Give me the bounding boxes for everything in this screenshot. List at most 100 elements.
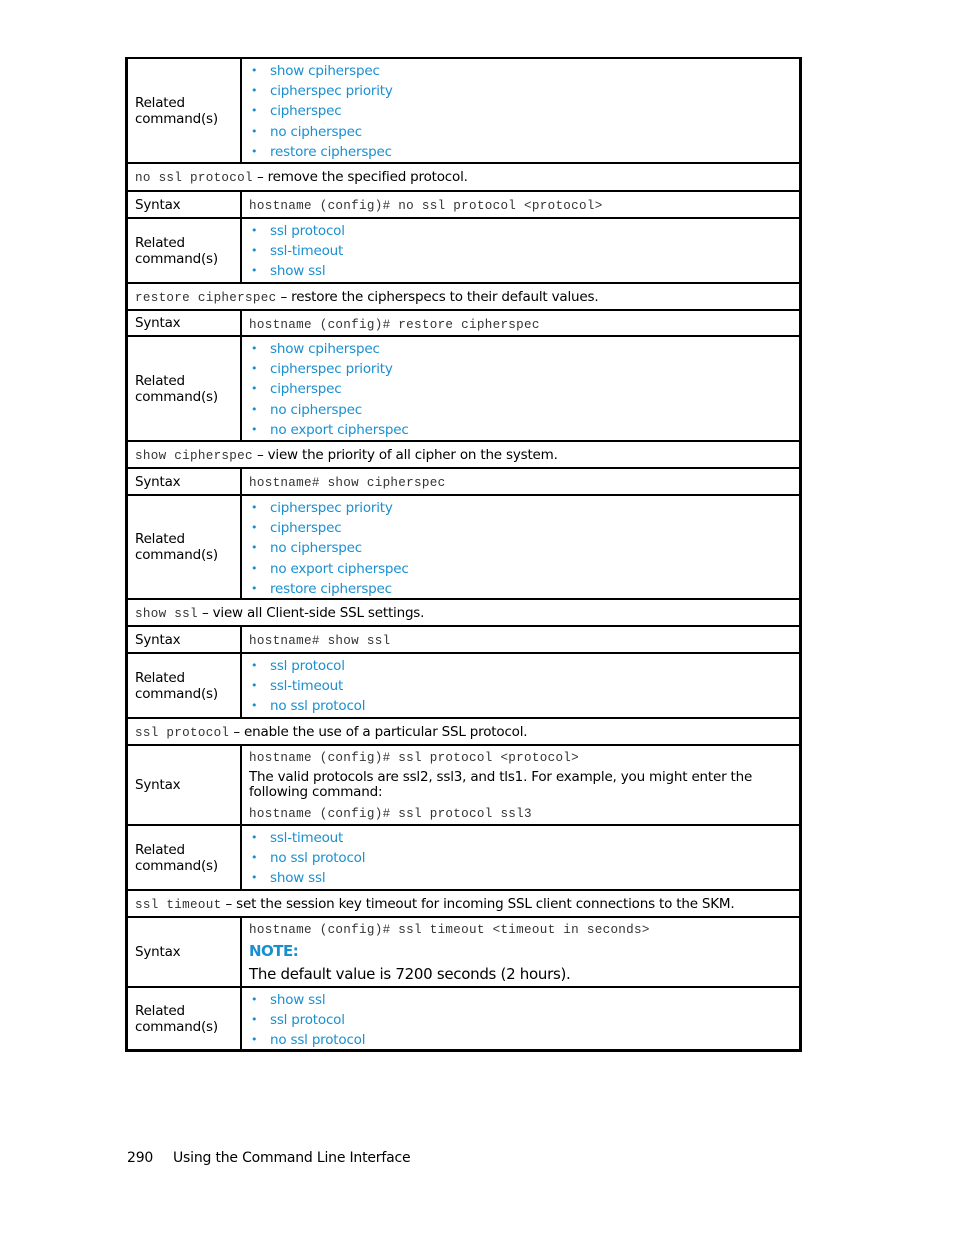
related-row: Related command(s) • show cpiherspec • ciph… [128, 59, 799, 162]
related-command-link[interactable]: • ssl protocol [249, 221, 792, 241]
command-summary: – restore the cipherspecs to their defau… [276, 289, 599, 305]
related-command-label[interactable]: ssl-timeout [270, 243, 343, 259]
related-command-label[interactable]: no cipherspec [270, 402, 362, 418]
related-command-label[interactable]: ssl protocol [270, 223, 345, 239]
command-heading-row: restore cipherspec – restore the ciphers… [128, 282, 799, 309]
related-command-link[interactable]: • show cpiherspec [249, 61, 792, 81]
related-command-link[interactable]: • restore cipherspec [249, 142, 792, 162]
related-command-label[interactable]: cipherspec [270, 381, 342, 397]
related-command-link[interactable]: • no ssl protocol [249, 1030, 792, 1050]
bullet-icon: • [251, 1013, 258, 1027]
related-command-link[interactable]: • no cipherspec [249, 538, 792, 558]
command-name: no ssl protocol [135, 171, 253, 185]
related-command-label[interactable]: show ssl [270, 870, 326, 886]
related-command-link[interactable]: • no cipherspec [249, 122, 792, 142]
related-command-label[interactable]: show cpiherspec [270, 63, 380, 79]
syntax-row: Syntax hostname (config)# no ssl protoco… [128, 190, 799, 217]
page-footer: 290 Using the Command Line Interface [127, 1150, 411, 1166]
bullet-icon: • [251, 659, 258, 672]
related-command-link[interactable]: • ssl protocol [249, 656, 792, 676]
note-heading: NOTE: [249, 942, 299, 960]
syntax-label: Syntax [128, 192, 242, 217]
related-command-link[interactable]: • cipherspec [249, 518, 792, 538]
related-command-link[interactable]: • no cipherspec [249, 400, 792, 420]
related-command-label[interactable]: no export cipherspec [270, 422, 409, 438]
syntax-label: Syntax [128, 469, 242, 494]
related-command-link[interactable]: • show ssl [249, 261, 792, 281]
command-name: ssl timeout [135, 898, 222, 912]
note-text: The default value is 7200 seconds (2 hou… [249, 965, 571, 983]
related-command-link[interactable]: • ssl-timeout [249, 676, 792, 696]
bullet-icon: • [251, 402, 258, 416]
related-list: • ssl protocol • ssl-timeout • no ssl protoco… [249, 656, 792, 717]
related-command-link[interactable]: • restore cipherspec [249, 579, 792, 599]
syntax-code: hostname (config)# ssl protocol <protoco… [249, 751, 580, 765]
syntax-code: hostname# show cipherspec [249, 476, 446, 490]
related-command-label[interactable]: no export cipherspec [270, 561, 409, 577]
command-name: restore cipherspec [135, 291, 277, 305]
related-command-label[interactable]: ssl protocol [270, 658, 345, 674]
related-command-label[interactable]: no cipherspec [270, 540, 362, 556]
related-command-link[interactable]: • no export cipherspec [249, 420, 792, 440]
related-command-label[interactable]: show ssl [270, 992, 326, 1008]
related-command-link[interactable]: • show cpiherspec [249, 339, 792, 359]
bullet-icon: • [251, 561, 258, 575]
related-command-label[interactable]: cipherspec priority [270, 361, 393, 377]
syntax-code: hostname# show ssl [249, 634, 391, 648]
syntax-label: Syntax [128, 627, 242, 652]
syntax-row: Syntax hostname# show ssl [128, 625, 799, 652]
related-command-label[interactable]: ssl-timeout [270, 830, 343, 846]
related-command-link[interactable]: • ssl-timeout [249, 828, 792, 848]
syntax-row: Syntax hostname# show cipherspec [128, 467, 799, 494]
related-command-label[interactable]: cipherspec [270, 103, 342, 119]
related-list: • show cpiherspec • cipherspec priority • cip… [249, 61, 792, 162]
related-command-link[interactable]: • cipherspec priority [249, 498, 792, 518]
bullet-icon: • [251, 244, 258, 258]
command-description: restore cipherspec – restore the ciphers… [128, 284, 799, 309]
related-command-label[interactable]: no ssl protocol [270, 850, 365, 866]
related-command-label[interactable]: no ssl protocol [270, 1032, 365, 1048]
related-command-link[interactable]: • show ssl [249, 990, 792, 1010]
related-list: • show ssl • ssl protocol • no ssl protocol [249, 990, 792, 1051]
command-description: ssl timeout – set the session key timeou… [128, 891, 799, 916]
related-command-label[interactable]: no cipherspec [270, 124, 362, 140]
related-command-link[interactable]: • cipherspec priority [249, 359, 792, 379]
related-command-link[interactable]: • show ssl [249, 868, 792, 888]
command-description: show ssl – view all Client-side SSL sett… [128, 600, 799, 625]
related-command-label[interactable]: ssl-timeout [270, 678, 343, 694]
related-command-link[interactable]: • no ssl protocol [249, 848, 792, 868]
command-summary: – view all Client-side SSL settings. [197, 605, 425, 621]
related-list: • ssl-timeout • no ssl protocol • show ssl [249, 828, 792, 889]
related-row: Related command(s) • show ssl • ssl protoco… [128, 986, 799, 1049]
related-label: Related command(s) [128, 496, 242, 598]
command-name: ssl protocol [135, 726, 230, 740]
related-command-link[interactable]: • cipherspec priority [249, 81, 792, 101]
command-name: show ssl [135, 607, 198, 621]
command-description: ssl protocol – enable the use of a parti… [128, 719, 799, 744]
related-command-link[interactable]: • ssl-timeout [249, 241, 792, 261]
bullet-icon: • [251, 104, 258, 118]
related-command-link[interactable]: • cipherspec [249, 101, 792, 121]
bullet-icon: • [251, 224, 258, 237]
related-command-link[interactable]: • no ssl protocol [249, 696, 792, 716]
related-command-label[interactable]: restore cipherspec [270, 144, 392, 160]
command-heading-row: show ssl – view all Client-side SSL sett… [128, 598, 799, 625]
bullet-icon: • [251, 1033, 258, 1047]
bullet-icon: • [251, 541, 258, 555]
related-command-label[interactable]: cipherspec priority [270, 83, 393, 99]
related-command-label[interactable]: cipherspec [270, 520, 342, 536]
bullet-icon: • [251, 264, 258, 278]
related-command-label[interactable]: no ssl protocol [270, 698, 365, 714]
related-command-label[interactable]: cipherspec priority [270, 500, 393, 516]
syntax-row: Syntax hostname (config)# ssl timeout <t… [128, 916, 799, 986]
related-command-link[interactable]: • ssl protocol [249, 1010, 792, 1030]
related-command-label[interactable]: restore cipherspec [270, 581, 392, 597]
related-list: • show cpiherspec • cipherspec priority • cip… [249, 339, 792, 440]
bullet-icon: • [251, 993, 258, 1006]
related-command-link[interactable]: • cipherspec [249, 379, 792, 399]
command-heading-row: no ssl protocol – remove the specified p… [128, 162, 799, 190]
related-command-label[interactable]: show cpiherspec [270, 341, 380, 357]
related-command-link[interactable]: • no export cipherspec [249, 559, 792, 579]
related-command-label[interactable]: ssl protocol [270, 1012, 345, 1028]
related-command-label[interactable]: show ssl [270, 263, 326, 279]
